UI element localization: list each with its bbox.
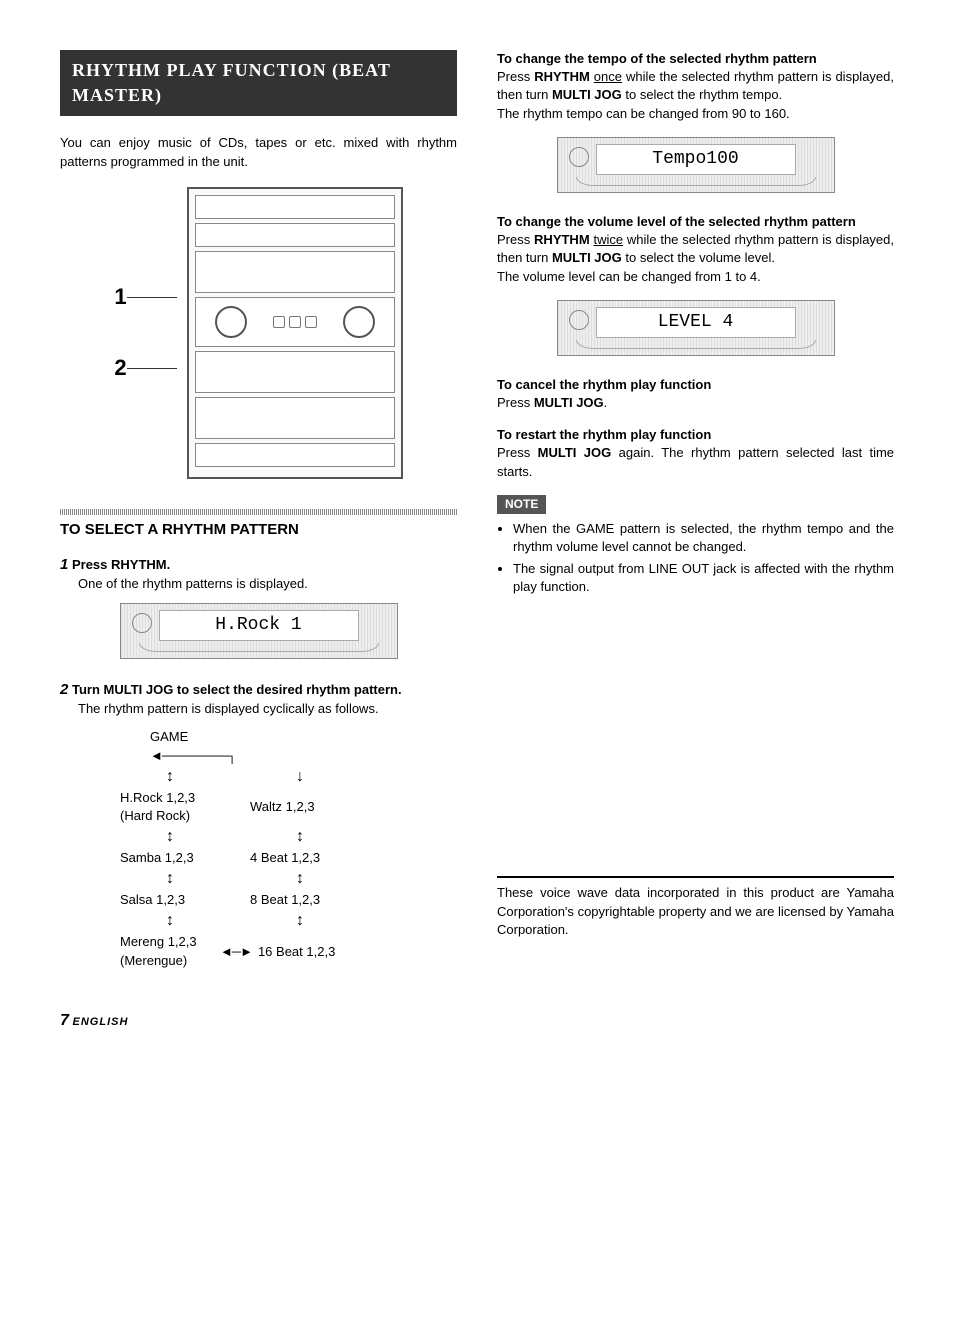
cycle-waltz: Waltz 1,2,3 — [250, 798, 350, 816]
cycle-hrock: H.Rock 1,2,3 — [120, 790, 195, 805]
stereo-unit-drawing — [187, 187, 403, 479]
cycle-mereng-sub: (Merengue) — [120, 953, 187, 968]
cycle-mereng: Mereng 1,2,3 — [120, 934, 197, 949]
callout-2: 2 — [114, 353, 176, 384]
updown-arrow-icon: ↕ — [250, 871, 350, 887]
pattern-cycle-diagram: GAME ◄────────┐ ↕ ↓ H.Rock 1,2,3 (Hard Ro… — [120, 728, 457, 970]
updown-arrow-icon: ↕ — [120, 829, 220, 845]
volume-heading: To change the volume level of the select… — [497, 213, 894, 231]
disc-icon — [569, 310, 589, 330]
page-title-banner: RHYTHM PLAY FUNCTION (BEAT MASTER) — [60, 50, 457, 116]
knob-icon — [343, 306, 375, 338]
section-heading: TO SELECT A RHYTHM PATTERN — [60, 519, 457, 540]
step-2-number: 2 — [60, 681, 68, 698]
updown-arrow-icon: ↕ — [250, 829, 350, 845]
arrow-left-icon: ◄────────┐ — [150, 748, 236, 763]
tempo-section: To change the tempo of the selected rhyt… — [497, 50, 894, 123]
cycle-16beat: 16 Beat 1,2,3 — [258, 943, 358, 961]
note-item: The signal output from LINE OUT jack is … — [513, 560, 894, 596]
cycle-salsa: Salsa 1,2,3 — [120, 891, 220, 909]
lcd-display-tempo: Tempo100 — [557, 137, 835, 193]
tempo-heading: To change the tempo of the selected rhyt… — [497, 50, 894, 68]
cycle-8beat: 8 Beat 1,2,3 — [250, 891, 350, 909]
lcd-display-hrock: H.Rock 1 — [120, 603, 398, 659]
cycle-4beat: 4 Beat 1,2,3 — [250, 849, 350, 867]
note-item: When the GAME pattern is selected, the r… — [513, 520, 894, 556]
cycle-game: GAME — [150, 729, 188, 744]
note-label: NOTE — [497, 495, 546, 514]
restart-section: To restart the rhythm play function Pres… — [497, 426, 894, 481]
volume-section: To change the volume level of the select… — [497, 213, 894, 286]
cancel-section: To cancel the rhythm play function Press… — [497, 376, 894, 412]
page-number: 7 — [60, 1012, 69, 1029]
callout-2-num: 2 — [114, 353, 126, 384]
updown-arrow-icon: ↕ — [120, 871, 220, 887]
page-footer: 7 ENGLISH — [60, 1010, 894, 1032]
step-1: 1 Press RHYTHM. One of the rhythm patter… — [60, 554, 457, 593]
intro-paragraph: You can enjoy music of CDs, tapes or etc… — [60, 134, 457, 170]
right-column: To change the tempo of the selected rhyt… — [497, 50, 894, 980]
disc-icon — [569, 147, 589, 167]
cancel-heading: To cancel the rhythm play function — [497, 376, 894, 394]
cycle-samba: Samba 1,2,3 — [120, 849, 220, 867]
page-language: ENGLISH — [73, 1016, 129, 1028]
lcd-text: H.Rock 1 — [215, 615, 301, 635]
callout-1-num: 1 — [114, 282, 126, 313]
note-block: NOTE When the GAME pattern is selected, … — [497, 495, 894, 597]
left-column: RHYTHM PLAY FUNCTION (BEAT MASTER) You c… — [60, 50, 457, 980]
callout-line — [127, 297, 177, 298]
section-divider — [60, 509, 457, 515]
yamaha-footer-note: These voice wave data incorporated in th… — [497, 884, 894, 939]
restart-heading: To restart the rhythm play function — [497, 426, 894, 444]
lcd-display-level: LEVEL 4 — [557, 300, 835, 356]
updown-arrow-icon: ↕ — [120, 769, 220, 785]
volume-range: The volume level can be changed from 1 t… — [497, 269, 761, 284]
updown-arrow-icon: ↕ — [250, 913, 350, 929]
down-arrow-icon: ↓ — [250, 769, 350, 785]
cycle-hrock-sub: (Hard Rock) — [120, 808, 190, 823]
callout-line — [127, 368, 177, 369]
leftright-arrow-icon: ◄─► — [220, 944, 252, 959]
step-2-body: The rhythm pattern is displayed cyclical… — [78, 700, 457, 718]
stereo-diagram: 1 2 — [60, 187, 457, 479]
updown-arrow-icon: ↕ — [120, 913, 220, 929]
disc-icon — [132, 613, 152, 633]
step-2: 2 Turn MULTI JOG to select the desired r… — [60, 679, 457, 718]
step-1-body: One of the rhythm patterns is displayed. — [78, 575, 457, 593]
step-2-title: Turn MULTI JOG to select the desired rhy… — [72, 682, 402, 697]
footer-divider — [497, 876, 894, 878]
lcd-text: Tempo100 — [652, 149, 738, 169]
step-1-title: Press RHYTHM. — [72, 557, 170, 572]
lcd-text: LEVEL 4 — [658, 312, 734, 332]
knob-icon — [215, 306, 247, 338]
tempo-range: The rhythm tempo can be changed from 90 … — [497, 106, 790, 121]
callout-1: 1 — [114, 282, 176, 313]
step-1-number: 1 — [60, 556, 68, 573]
